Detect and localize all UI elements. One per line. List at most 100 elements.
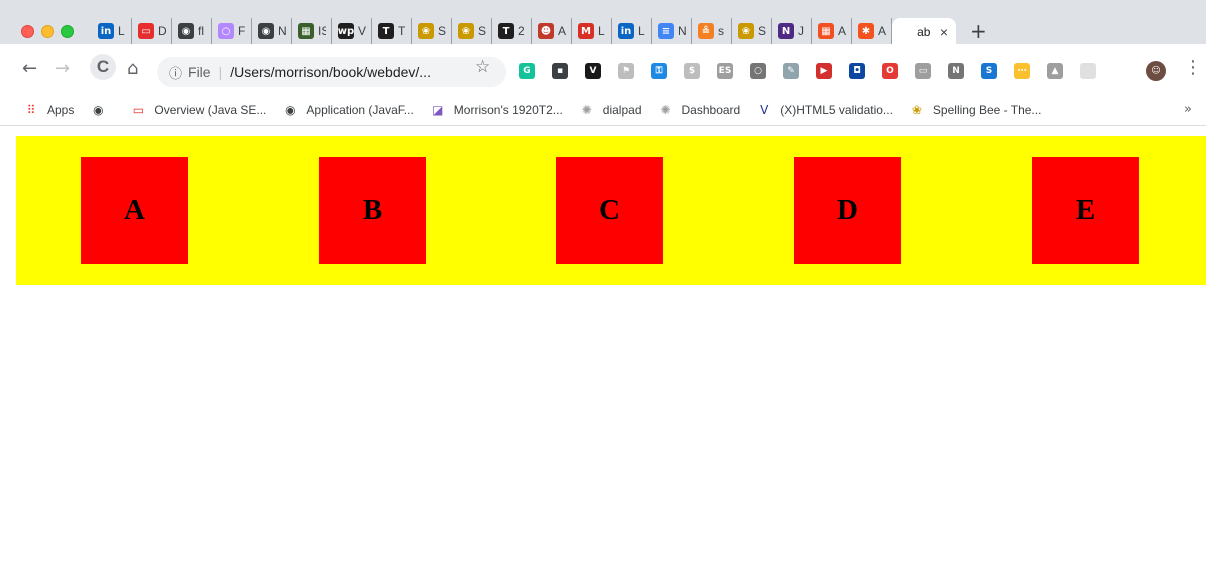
s-icon[interactable]: S bbox=[981, 63, 997, 79]
globe-icon: ◉ bbox=[93, 103, 104, 117]
chat-icon[interactable]: ◘ bbox=[849, 63, 865, 79]
browser-tab[interactable]: in L bbox=[612, 18, 652, 44]
key-icon[interactable]: ⚿ bbox=[651, 63, 667, 79]
tab-list: in L ▭ D ◉ fl ○ F ◉ N ▦ IS wp V T T ❀ S ❀ S T 2 ☻ A M Lin L ≡ N ≗ s ❀ S N… bbox=[92, 18, 987, 46]
browser-tab[interactable]: ○ F bbox=[212, 18, 252, 44]
globe-icon: ◉ bbox=[258, 23, 274, 39]
grammarly-icon[interactable]: G bbox=[519, 63, 535, 79]
drive-icon[interactable]: ▲ bbox=[1047, 63, 1063, 79]
tab-title: T bbox=[398, 24, 406, 38]
ext-dark-icon[interactable]: ▪ bbox=[552, 63, 568, 79]
browser-tab[interactable]: ▦ IS bbox=[292, 18, 332, 44]
bookmark-item[interactable]: ◉ bbox=[90, 102, 114, 118]
letter-box: C bbox=[556, 157, 663, 264]
browser-tab[interactable]: ☻ A bbox=[532, 18, 572, 44]
tab-title: 2 bbox=[518, 24, 525, 38]
browser-tab[interactable]: ◉ fl bbox=[172, 18, 212, 44]
es-icon[interactable]: ES bbox=[717, 63, 733, 79]
reload-icon[interactable]: C bbox=[90, 54, 116, 80]
close-tab-icon[interactable]: × bbox=[940, 24, 948, 40]
bookmark-item[interactable]: ⠿ Apps bbox=[23, 102, 75, 118]
browser-tab[interactable]: ≡ N bbox=[652, 18, 692, 44]
bookmark-star-icon[interactable]: ☆ bbox=[475, 57, 490, 77]
bookmark-item[interactable]: ◪ Morrison's 1920T2... bbox=[430, 102, 563, 118]
page-favicon-icon bbox=[900, 24, 914, 40]
bee-icon: ❀ bbox=[418, 23, 434, 39]
tab-title: L bbox=[638, 24, 645, 38]
tab-title: L bbox=[118, 24, 125, 38]
tab-title: V bbox=[358, 24, 366, 38]
bookmark-item[interactable]: V (X)HTML5 validatio... bbox=[756, 102, 893, 118]
docs-icon: ≡ bbox=[658, 23, 674, 39]
notion-icon[interactable]: N bbox=[948, 63, 964, 79]
forward-arrow-icon[interactable]: → bbox=[55, 58, 70, 79]
bookmarks-bar: ⠿ Apps ◉ ▭ Overview (Java SE... ◉ Application … bbox=[0, 95, 1206, 126]
bookmark-item[interactable]: ✺ Dashboard bbox=[658, 102, 740, 118]
browser-tab[interactable]: ▭ D bbox=[132, 18, 172, 44]
browser-tab[interactable]: ✱ A bbox=[852, 18, 892, 44]
browser-tab[interactable]: T2 bbox=[492, 18, 532, 44]
profile-avatar-icon[interactable]: ☺ bbox=[1146, 61, 1166, 81]
wp-icon: wp bbox=[338, 23, 354, 39]
tab-strip: in L ▭ D ◉ fl ○ F ◉ N ▦ IS wp V T T ❀ S ❀ S T 2 ☻ A M Lin L ≡ N ≗ s ❀ S N… bbox=[0, 0, 1206, 46]
browser-tab[interactable]: ❀ S bbox=[732, 18, 772, 44]
active-browser-tab[interactable]: ab × bbox=[892, 18, 956, 46]
browser-tab[interactable]: wp V bbox=[332, 18, 372, 44]
url-separator: | bbox=[218, 64, 223, 80]
blank-icon[interactable] bbox=[1080, 63, 1096, 79]
browser-tab[interactable]: NJ bbox=[772, 18, 812, 44]
tab-title: S bbox=[758, 24, 766, 38]
browser-tab[interactable]: ◉ N bbox=[252, 18, 292, 44]
bookmarks-overflow-icon[interactable]: » bbox=[1184, 102, 1192, 117]
tab-title: fl bbox=[198, 24, 204, 38]
browser-tab[interactable]: ▦ A bbox=[812, 18, 852, 44]
chrome-menu-icon[interactable]: ⋮ bbox=[1184, 57, 1202, 78]
back-arrow-icon[interactable]: ← bbox=[22, 58, 37, 79]
bookmark-label: Spelling Bee - The... bbox=[932, 103, 1042, 117]
home-icon[interactable]: ⌂ bbox=[127, 58, 138, 79]
browser-tab[interactable]: ML bbox=[572, 18, 612, 44]
bookmark-label: Apps bbox=[47, 103, 75, 117]
stackoverflow-icon: ≗ bbox=[698, 23, 714, 39]
site-info-icon[interactable]: ⓘ bbox=[169, 63, 182, 82]
tab-title: N bbox=[678, 24, 686, 38]
northwestern-icon: N bbox=[778, 23, 794, 39]
url-text[interactable]: /Users/morrison/book/webdev/... bbox=[230, 64, 431, 80]
yellow-banner: A B C D E bbox=[16, 136, 1206, 285]
apps-grid-icon: ⠿ bbox=[26, 103, 36, 117]
new-tab-button[interactable]: + bbox=[970, 19, 987, 43]
bookmark-item[interactable]: ◉ Application (JavaF... bbox=[282, 102, 414, 118]
maximize-window-button[interactable] bbox=[61, 25, 74, 38]
bee-icon: ❀ bbox=[738, 23, 754, 39]
bookmark-item[interactable]: ✺ dialpad bbox=[579, 102, 642, 118]
tab-title: S bbox=[438, 24, 446, 38]
opera-icon[interactable]: O bbox=[882, 63, 898, 79]
dollar-icon[interactable]: $ bbox=[684, 63, 700, 79]
ring-icon[interactable]: ○ bbox=[750, 63, 766, 79]
tab-title: A bbox=[558, 24, 566, 38]
tab-title: ab bbox=[917, 25, 931, 39]
close-window-button[interactable] bbox=[21, 25, 34, 38]
tab-title: N bbox=[278, 24, 286, 38]
bookmark-item[interactable]: ❀ Spelling Bee - The... bbox=[909, 102, 1042, 118]
letter-box: B bbox=[319, 157, 426, 264]
tablet-icon[interactable]: ▭ bbox=[915, 63, 931, 79]
browser-tab[interactable]: ❀ S bbox=[452, 18, 492, 44]
play-icon[interactable]: ▶ bbox=[816, 63, 832, 79]
microsoft-icon: ▦ bbox=[818, 23, 834, 39]
address-bar[interactable]: ⓘ File | /Users/morrison/book/webdev/... bbox=[157, 57, 506, 87]
browser-tab[interactable]: ≗ s bbox=[692, 18, 732, 44]
browser-tab[interactable]: ❀ S bbox=[412, 18, 452, 44]
tab-title: IS bbox=[318, 24, 326, 38]
minimize-window-button[interactable] bbox=[41, 25, 54, 38]
linkedin-icon: in bbox=[618, 23, 634, 39]
letter-box: E bbox=[1032, 157, 1139, 264]
bookmark-item[interactable]: ▭ Overview (Java SE... bbox=[130, 102, 267, 118]
pen-icon[interactable]: ✎ bbox=[783, 63, 799, 79]
shield-icon[interactable]: ⚑ bbox=[618, 63, 634, 79]
nyt-icon: T bbox=[498, 23, 514, 39]
vimeo-icon[interactable]: V bbox=[585, 63, 601, 79]
sticky-icon[interactable]: ⋯ bbox=[1014, 63, 1030, 79]
browser-tab[interactable]: in L bbox=[92, 18, 132, 44]
browser-tab[interactable]: TT bbox=[372, 18, 412, 44]
